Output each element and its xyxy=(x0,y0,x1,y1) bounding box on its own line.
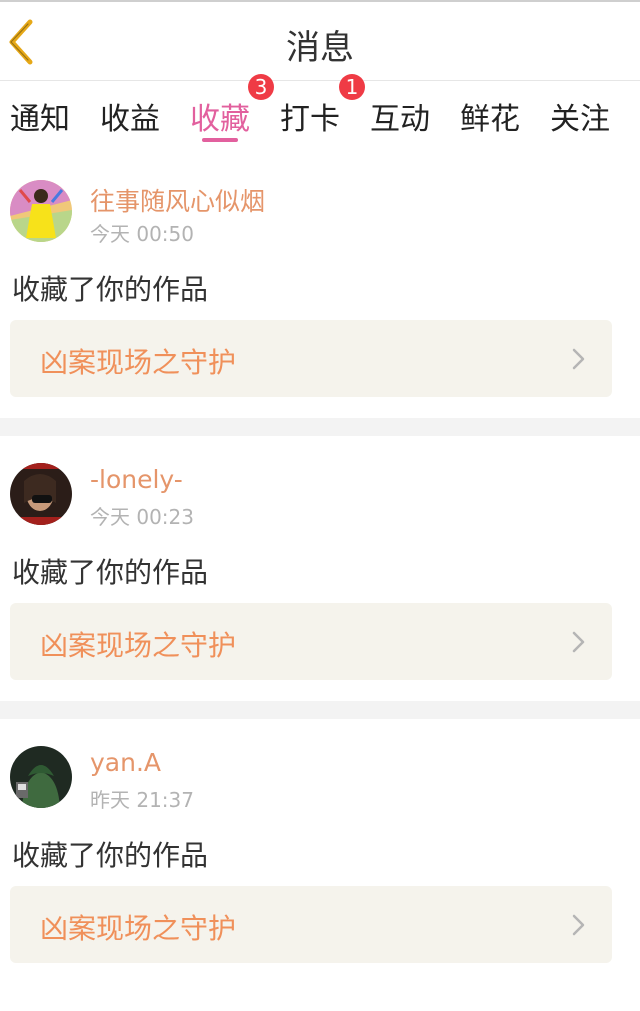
message-item: -lonely- 今天 00:23 收藏了你的作品 凶案现场之守护 xyxy=(0,463,640,728)
checkin-count-badge: 1 xyxy=(339,74,365,100)
section-divider xyxy=(0,418,640,436)
favorites-count-badge: 3 xyxy=(248,74,274,100)
page-title: 消息 xyxy=(286,28,354,68)
chevron-right-icon xyxy=(572,631,585,653)
timestamp: 今天 00:50 xyxy=(90,222,194,246)
work-title: 凶案现场之守护 xyxy=(40,629,237,662)
username[interactable]: yan.A xyxy=(90,748,161,777)
header: 消息 xyxy=(0,2,640,81)
tab-bar: 通知 收益 收藏 打卡 互动 鲜花 关注 3 1 xyxy=(0,74,640,154)
work-title: 凶案现场之守护 xyxy=(40,912,237,945)
action-text: 收藏了你的作品 xyxy=(12,839,209,872)
section-divider xyxy=(0,701,640,719)
timestamp: 昨天 21:37 xyxy=(90,788,194,812)
message-item: 往事随风心似烟 今天 00:50 收藏了你的作品 凶案现场之守护 xyxy=(0,180,640,445)
active-tab-indicator xyxy=(202,138,238,142)
action-text: 收藏了你的作品 xyxy=(12,273,209,306)
avatar[interactable] xyxy=(10,463,72,525)
avatar[interactable] xyxy=(10,746,72,808)
action-text: 收藏了你的作品 xyxy=(12,556,209,589)
work-title: 凶案现场之守护 xyxy=(40,346,237,379)
chevron-right-icon xyxy=(572,348,585,370)
tab-following[interactable]: 关注 xyxy=(550,94,610,138)
work-link[interactable]: 凶案现场之守护 xyxy=(10,886,612,963)
tab-checkin[interactable]: 打卡 xyxy=(280,94,340,138)
tab-favorites[interactable]: 收藏 xyxy=(190,94,250,138)
tab-earnings[interactable]: 收益 xyxy=(100,94,160,138)
username[interactable]: 往事随风心似烟 xyxy=(90,182,265,218)
tab-flowers[interactable]: 鲜花 xyxy=(460,94,520,138)
tab-notifications[interactable]: 通知 xyxy=(10,94,70,138)
username[interactable]: -lonely- xyxy=(90,465,183,494)
work-link[interactable]: 凶案现场之守护 xyxy=(10,320,612,397)
message-item: yan.A 昨天 21:37 收藏了你的作品 凶案现场之守护 xyxy=(0,746,640,1011)
chevron-right-icon xyxy=(572,914,585,936)
timestamp: 今天 00:23 xyxy=(90,505,194,529)
tab-interactions[interactable]: 互动 xyxy=(370,94,430,138)
avatar[interactable] xyxy=(10,180,72,242)
work-link[interactable]: 凶案现场之守护 xyxy=(10,603,612,680)
